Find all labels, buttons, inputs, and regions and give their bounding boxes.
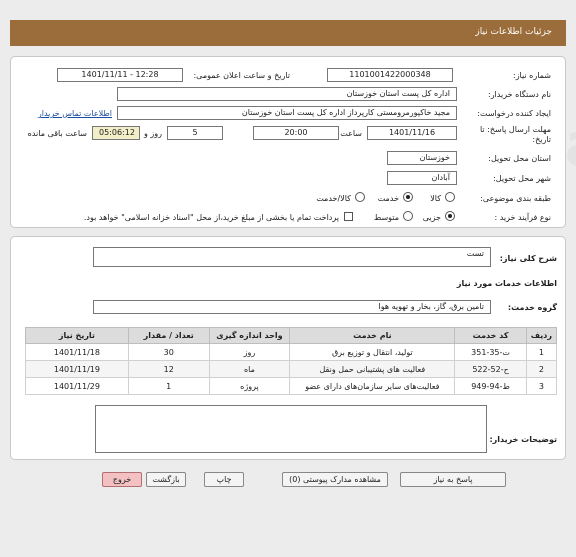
col-row: ردیف [525, 327, 558, 344]
col-code: کد خدمت [454, 327, 527, 344]
buyer-notes-label: توضیحات خریدار: [489, 435, 557, 444]
city-label: شهر محل تحویل: [493, 174, 551, 183]
announce-label: تاریخ و ساعت اعلان عمومی: [193, 71, 290, 80]
table-row: 1 ت-35-351 تولید، انتقال و توزیع برق روز… [25, 343, 558, 361]
days-label: روز و [144, 129, 162, 138]
purchase-radio-medium[interactable] [403, 211, 413, 223]
need-number-label: شماره نیاز: [513, 71, 551, 80]
col-name: نام خدمت [289, 327, 456, 344]
reply-button[interactable]: پاسخ به نیاز [400, 472, 506, 487]
need-number-field: 1101001422000348 [327, 68, 453, 82]
treasury-note: پرداخت تمام یا بخشی از مبلغ خرید،از محل … [83, 213, 339, 222]
purchase-medium-label: متوسط [373, 213, 399, 222]
remaining-label: ساعت باقی مانده [27, 129, 87, 138]
days-field: 5 [167, 126, 223, 140]
purchase-radio-minor[interactable] [445, 211, 455, 223]
category-goods-label: کالا [430, 194, 441, 203]
description-label: شرح کلی نیاز: [499, 254, 557, 263]
cell-unit: ماه [208, 360, 291, 378]
time-label: ساعت [340, 129, 362, 138]
page-title-bar: جزئیات اطلاعات نیاز [10, 20, 566, 46]
service-group-field: تامین برق، گاز، بخار و تهویه هوا [93, 300, 491, 314]
description-field: تست [93, 247, 491, 267]
view-attachments-button[interactable]: مشاهده مدارک پیوستی (0) [282, 472, 388, 487]
cell-qty: 1 [127, 377, 210, 395]
category-label: طبقه بندی موضوعی: [480, 194, 551, 203]
cell-name: فعالیت های پشتیبانی حمل ونقل [289, 360, 456, 378]
exit-button[interactable]: خروج [102, 472, 142, 487]
table-row: 3 ط-94-949 فعالیت‌های سایر سازمان‌های دا… [25, 377, 558, 395]
cell-row: 1 [525, 343, 558, 361]
col-unit: واحد اندازه گیری [208, 327, 291, 344]
need-details-panel: شرح کلی نیاز: تست اطلاعات خدمات مورد نیا… [10, 236, 566, 460]
cell-name: فعالیت‌های سایر سازمان‌های دارای عضو [289, 377, 456, 395]
buyer-notes-field [95, 405, 487, 453]
cell-row: 3 [525, 377, 558, 395]
category-radio-service[interactable] [403, 192, 413, 204]
purchase-minor-label: جزیی [422, 213, 441, 222]
cell-row: 2 [525, 360, 558, 378]
category-goods-service-label: کالا/خدمت [316, 194, 351, 203]
deadline-label: مهلت ارسال پاسخ: تا تاریخ: [479, 125, 551, 144]
table-row: 2 ح-52-522 فعالیت های پشتیبانی حمل ونقل … [25, 360, 558, 378]
announce-field: 1401/11/11 - 12:28 [57, 68, 183, 82]
cell-unit: روز [208, 343, 291, 361]
deadline-date-field: 1401/11/16 [367, 126, 457, 140]
buyer-org-field: اداره کل پست استان خوزستان [117, 87, 457, 101]
col-date: تاریخ نیاز [25, 327, 129, 344]
services-table: ردیف کد خدمت نام خدمت واحد اندازه گیری ت… [25, 327, 558, 395]
purchase-type-label: نوع فرآیند خرید : [494, 213, 551, 222]
print-button[interactable]: چاپ [204, 472, 244, 487]
buyer-org-label: نام دستگاه خریدار: [488, 90, 551, 99]
city-field: آبادان [387, 171, 457, 185]
back-button[interactable]: بازگشت [146, 472, 186, 487]
province-label: استان محل تحویل: [488, 154, 551, 163]
col-qty: تعداد / مقدار [127, 327, 210, 344]
cell-unit: پروژه [208, 377, 291, 395]
service-group-label: گروه خدمت: [507, 303, 557, 312]
services-heading: اطلاعات خدمات مورد نیاز [456, 279, 557, 288]
cell-name: تولید، انتقال و توزیع برق [289, 343, 456, 361]
cell-code: ط-94-949 [454, 377, 527, 395]
cell-code: ت-35-351 [454, 343, 527, 361]
page-title: جزئیات اطلاعات نیاز [475, 27, 552, 37]
requester-field: مجید خاکپورمرومستی کارپرداز اداره کل پست… [117, 106, 457, 120]
cell-date: 1401/11/18 [25, 343, 129, 361]
requester-label: ایجاد کننده درخواست: [477, 109, 551, 118]
cell-code: ح-52-522 [454, 360, 527, 378]
category-radio-goods-service[interactable] [355, 192, 365, 204]
treasury-checkbox[interactable] [344, 212, 353, 223]
remaining-time-field: 05:06:12 [92, 126, 140, 140]
need-info-panel: شماره نیاز: 1101001422000348 تاریخ و ساع… [10, 56, 566, 228]
deadline-time-field: 20:00 [253, 126, 339, 140]
category-radio-goods[interactable] [445, 192, 455, 204]
cell-date: 1401/11/29 [25, 377, 129, 395]
province-field: خوزستان [387, 151, 457, 165]
cell-qty: 12 [127, 360, 210, 378]
table-header-row: ردیف کد خدمت نام خدمت واحد اندازه گیری ت… [25, 327, 558, 344]
buyer-contact-link[interactable]: اطلاعات تماس خریدار [38, 109, 112, 118]
cell-date: 1401/11/19 [25, 360, 129, 378]
category-service-label: خدمت [377, 194, 399, 203]
cell-qty: 30 [127, 343, 210, 361]
